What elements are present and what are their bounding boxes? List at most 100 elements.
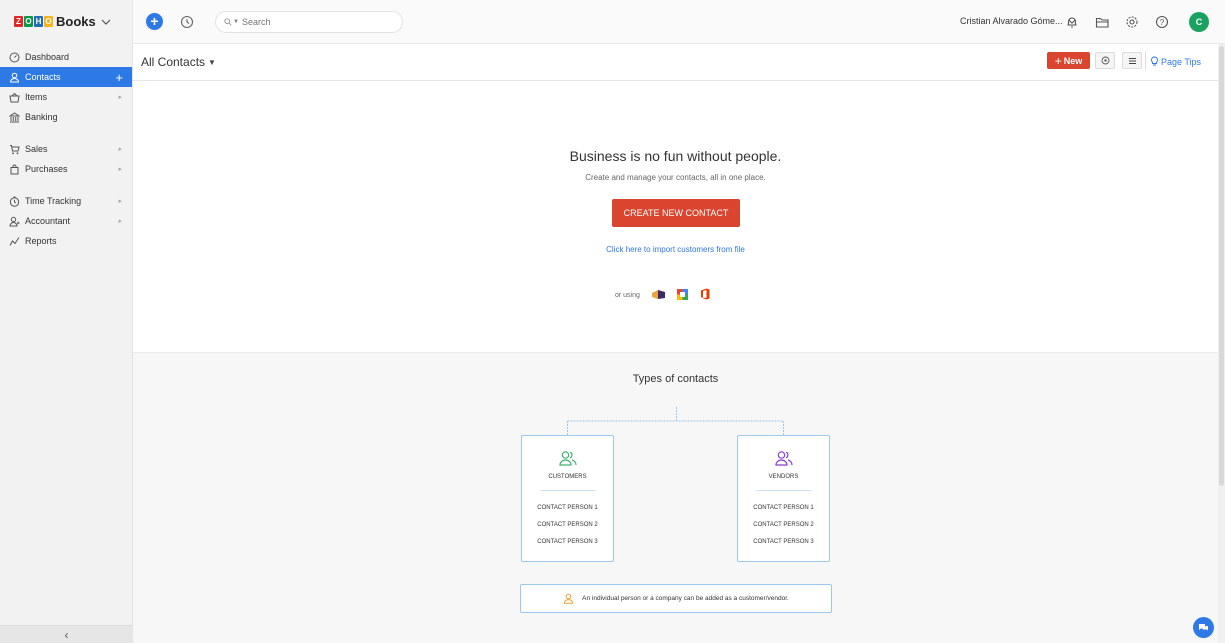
chevron-right-icon: ▸ [118,94,122,101]
chevron-right-icon: ▸ [118,198,122,205]
sidebar-item-reports[interactable]: Reports [0,231,132,251]
sidebar-item-contacts[interactable]: Contacts + [0,67,132,87]
divider [1145,51,1146,70]
chevron-right-icon: ▸ [118,146,122,153]
google-contacts-icon[interactable] [676,288,688,302]
target-icon [1101,56,1109,65]
sidebar-item-purchases[interactable]: Purchases ▸ [0,159,132,179]
customers-card: CUSTOMERS CONTACT PERSON 1 CONTACT PERSO… [521,435,614,562]
search-scope-caret[interactable]: ▼ [233,19,239,25]
sidebar-item-label: Reports [25,236,57,246]
sidebar-item-label: Purchases [25,164,68,174]
clock-icon [8,195,21,208]
page-tips-link[interactable]: Page Tips [1150,56,1201,67]
office365-icon[interactable] [700,288,710,302]
gear-icon[interactable] [1122,12,1142,32]
info-note: An individual person or a company can be… [520,584,832,613]
sidebar-item-label: Contacts [25,72,61,82]
contact-person-row: CONTACT PERSON 2 [537,522,598,528]
scrollbar[interactable] [1218,44,1225,643]
avatar[interactable]: C [1189,12,1209,32]
import-customers-link[interactable]: Click here to import customers from file [133,245,1218,254]
add-contact-button[interactable]: + [115,70,123,85]
app-name: Books [56,14,96,29]
sidebar-item-label: Dashboard [25,52,70,62]
contacts-icon [8,71,21,84]
sidebar-item-accountant[interactable]: Accountant ▸ [0,211,132,231]
zoho-logo: Z O H O [14,16,53,27]
sidebar: Dashboard Contacts + Items ▸ Banking Sal… [0,44,133,643]
lightbulb-icon [1151,56,1158,66]
hierarchy-connector [567,407,784,435]
main-content: All Contacts ▼ + New Page Tips Business … [133,44,1218,643]
contact-person-row: CONTACT PERSON 3 [753,539,814,545]
vendors-label: VENDORS [768,474,799,480]
search-icon [224,17,232,26]
reports-icon [8,235,21,248]
or-using-label: or using [615,291,640,299]
chevron-right-icon: ▸ [118,218,122,225]
sidebar-item-label: Time Tracking [25,196,82,206]
app-switcher[interactable]: Z O H O Books [0,0,133,44]
new-contact-button[interactable]: + New [1047,52,1090,69]
page-title: All Contacts [141,55,206,69]
bag-icon [8,163,21,176]
create-new-contact-button[interactable]: CREATE NEW CONTACT [612,199,740,227]
sidebar-item-items[interactable]: Items ▸ [0,87,132,107]
contact-person-row: CONTACT PERSON 1 [753,505,814,511]
search-box[interactable]: ▼ [215,10,403,33]
plus-icon: + [1054,53,1062,68]
cart-icon [8,143,21,156]
chat-icon [1199,623,1208,630]
bank-icon [8,111,21,124]
sidebar-item-time-tracking[interactable]: Time Tracking ▸ [0,191,132,211]
sidebar-item-label: Sales [25,144,48,154]
divider [539,490,596,491]
empty-title: Business is no fun without people. [569,148,782,164]
items-icon [8,91,21,104]
more-options-button[interactable] [1122,52,1142,69]
contact-person-row: CONTACT PERSON 1 [537,505,598,511]
menu-icon [1128,57,1136,64]
contact-person-row: CONTACT PERSON 2 [753,522,814,528]
empty-state: Business is no fun without people. Creat… [133,81,1218,353]
person-icon [563,593,574,604]
sidebar-item-banking[interactable]: Banking [0,107,132,127]
chevron-right-icon: ▸ [118,166,122,173]
svg-text:?: ? [1160,18,1165,27]
chat-button[interactable] [1193,617,1214,638]
sidebar-item-sales[interactable]: Sales ▸ [0,139,132,159]
import-sources: or using [615,288,710,302]
dashboard-icon [8,51,21,64]
view-selector[interactable]: All Contacts ▼ [141,55,216,69]
contact-types-section: Types of contacts CUSTOMERS CONTACT PERS… [133,352,1218,643]
zoho-crm-icon[interactable] [651,289,665,301]
chevron-down-icon [101,16,111,28]
customers-label: CUSTOMERS [548,474,587,480]
sidebar-item-label: Accountant [25,216,71,226]
empty-subtitle: Create and manage your contacts, all in … [585,173,766,182]
accountant-icon [8,215,21,228]
search-input[interactable] [241,16,382,27]
customers-icon [522,450,613,468]
caret-down-icon: ▼ [208,57,216,67]
divider [755,490,812,491]
collapse-sidebar-button[interactable]: ‹ [0,625,133,643]
org-switcher[interactable]: Cristian Alvarado Góme... [960,16,1076,26]
sidebar-item-label: Banking [25,112,58,122]
contact-person-row: CONTACT PERSON 3 [537,539,598,545]
help-icon[interactable]: ? [1152,12,1172,32]
user-name: Cristian Alvarado Góme... [960,16,1063,26]
folder-icon[interactable] [1092,12,1112,32]
customize-view-button[interactable] [1095,52,1115,69]
info-text: An individual person or a company can be… [582,595,789,602]
page-header: All Contacts ▼ + New Page Tips [133,44,1218,81]
top-bar: Z O H O Books + ▼ Cristian Alvarado Góme… [0,0,1225,44]
vendors-card: VENDORS CONTACT PERSON 1 CONTACT PERSON … [737,435,830,562]
sidebar-item-dashboard[interactable]: Dashboard [0,47,132,67]
bell-icon[interactable] [1062,12,1082,32]
scrollbar-thumb[interactable] [1219,46,1224,486]
quick-create-button[interactable]: + [146,13,163,30]
vendors-icon [738,450,829,468]
history-icon[interactable] [177,12,197,32]
